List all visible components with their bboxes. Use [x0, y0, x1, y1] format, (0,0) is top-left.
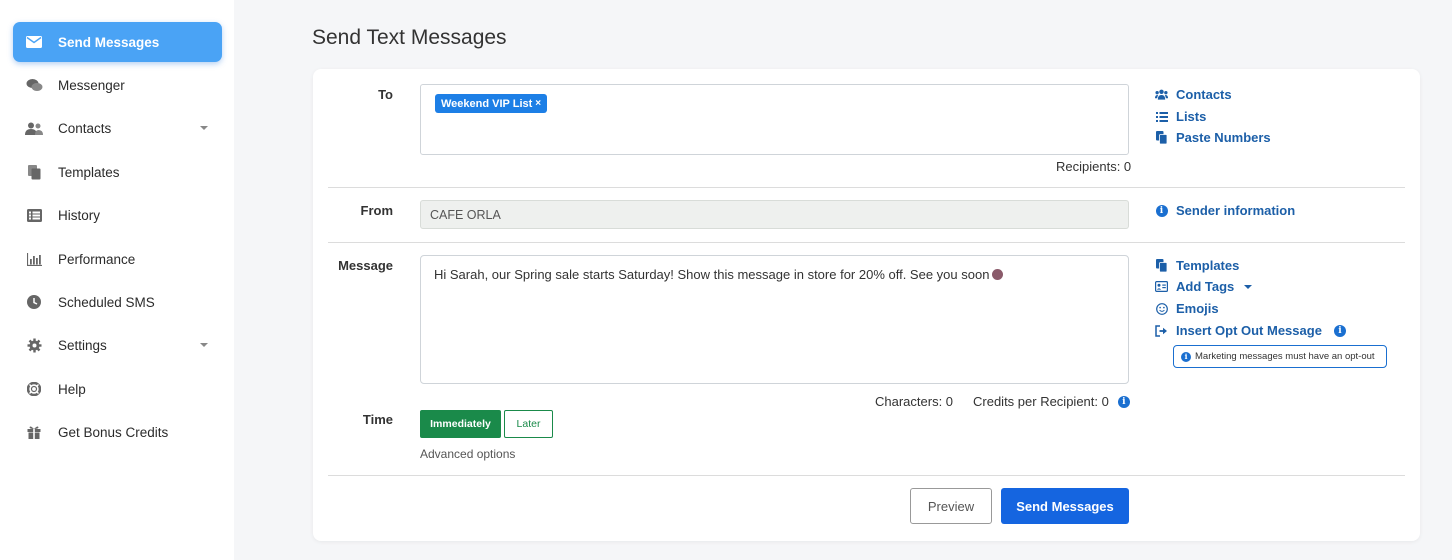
info-icon[interactable]: i — [1117, 395, 1130, 408]
divider — [328, 187, 1405, 188]
opt-out-note: i Marketing messages must have an opt-ou… — [1173, 345, 1387, 368]
advanced-options-link[interactable]: Advanced options — [420, 447, 515, 461]
sidebar: Send Messages Messenger Contacts Templat… — [0, 0, 234, 560]
chevron-down-icon — [1244, 284, 1253, 289]
smile-icon — [1155, 302, 1168, 315]
send-messages-button[interactable]: Send Messages — [1001, 488, 1129, 524]
sidebar-item-messenger[interactable]: Messenger — [13, 65, 222, 105]
sender-information-label: Sender information — [1176, 203, 1296, 218]
time-immediately-button[interactable]: Immediately — [420, 410, 501, 438]
sidebar-item-label: History — [58, 207, 101, 223]
lists-link-label: Lists — [1176, 109, 1207, 124]
remove-tag-icon[interactable]: × — [535, 98, 541, 109]
envelope-icon — [25, 34, 43, 50]
sidebar-item-get-bonus-credits[interactable]: Get Bonus Credits — [13, 412, 222, 452]
message-textarea[interactable]: Hi Sarah, our Spring sale starts Saturda… — [420, 255, 1129, 384]
emoji-icon — [992, 269, 1004, 280]
credits-per-recipient: Credits per Recipient: 0 i — [973, 394, 1130, 409]
sidebar-item-performance[interactable]: Performance — [13, 239, 222, 279]
time-label: Time — [362, 412, 393, 427]
add-tags-link-label: Add Tags — [1176, 279, 1235, 294]
sign-out-icon — [1155, 324, 1168, 337]
sidebar-item-history[interactable]: History — [13, 195, 222, 235]
insert-opt-out-link[interactable]: Insert Opt Out Message i — [1155, 323, 1346, 338]
sidebar-item-label: Send Messages — [58, 34, 160, 50]
users-icon — [25, 120, 43, 136]
opt-out-note-text: Marketing messages must have an opt-out — [1195, 351, 1375, 362]
sidebar-item-contacts[interactable]: Contacts — [13, 108, 222, 148]
sidebar-item-label: Help — [58, 381, 86, 397]
contacts-link-label: Contacts — [1176, 87, 1232, 102]
sidebar-item-help[interactable]: Help — [13, 369, 222, 409]
credits-label: Credits per Recipient: 0 — [973, 394, 1109, 409]
sidebar-item-label: Scheduled SMS — [58, 294, 155, 310]
gift-icon — [25, 424, 43, 440]
paste-numbers-link-label: Paste Numbers — [1176, 130, 1271, 145]
recipient-tag-label: Weekend VIP List — [441, 97, 533, 110]
copy-icon — [1155, 131, 1168, 144]
message-label: Message — [338, 258, 393, 273]
page-title: Send Text Messages — [312, 26, 507, 49]
from-label: From — [360, 203, 394, 218]
id-card-icon — [1155, 280, 1168, 293]
list-icon — [1155, 110, 1168, 123]
templates-link-label: Templates — [1176, 258, 1240, 273]
sidebar-item-templates[interactable]: Templates — [13, 152, 222, 192]
users-icon — [1155, 88, 1168, 101]
gear-icon — [25, 337, 43, 353]
preview-button[interactable]: Preview — [910, 488, 992, 524]
emojis-link-label: Emojis — [1176, 301, 1219, 316]
sidebar-item-label: Contacts — [58, 120, 112, 136]
sidebar-item-label: Get Bonus Credits — [58, 424, 169, 440]
time-later-button[interactable]: Later — [504, 410, 553, 438]
insert-opt-out-label: Insert Opt Out Message — [1176, 323, 1322, 338]
recipient-tag: Weekend VIP List × — [435, 94, 548, 113]
chevron-down-icon — [200, 126, 208, 130]
sidebar-item-label: Templates — [58, 164, 120, 180]
info-icon: i — [1155, 204, 1168, 217]
emojis-link[interactable]: Emojis — [1155, 301, 1219, 316]
chat-icon — [25, 77, 43, 93]
sidebar-item-scheduled-sms[interactable]: Scheduled SMS — [13, 282, 222, 322]
info-icon: i — [1181, 351, 1191, 362]
contacts-link[interactable]: Contacts — [1155, 87, 1232, 102]
to-label: To — [378, 87, 393, 102]
templates-link[interactable]: Templates — [1155, 258, 1239, 273]
divider — [328, 242, 1405, 243]
clock-icon — [25, 294, 43, 310]
sidebar-item-send-messages[interactable]: Send Messages — [13, 22, 222, 62]
lists-link[interactable]: Lists — [1155, 109, 1206, 124]
recipients-count: Recipients: 0 — [1056, 159, 1132, 174]
sidebar-item-label: Settings — [58, 337, 107, 353]
list-icon — [25, 207, 43, 223]
chevron-down-icon — [200, 343, 208, 347]
characters-count: Characters: 0 — [875, 394, 954, 409]
sidebar-item-label: Messenger — [58, 77, 125, 93]
info-icon[interactable]: i — [1333, 324, 1346, 337]
bar-chart-icon — [25, 251, 43, 267]
sidebar-item-settings[interactable]: Settings — [13, 325, 222, 365]
sidebar-item-label: Performance — [58, 251, 136, 267]
divider — [328, 475, 1405, 476]
add-tags-link[interactable]: Add Tags — [1155, 279, 1253, 294]
message-text: Hi Sarah, our Spring sale starts Saturda… — [434, 267, 990, 282]
paste-numbers-link[interactable]: Paste Numbers — [1155, 130, 1271, 145]
sender-field: CAFE ORLA — [420, 200, 1129, 229]
copy-icon — [25, 164, 43, 180]
sender-information-link[interactable]: i Sender information — [1155, 203, 1295, 218]
copy-icon — [1155, 259, 1168, 272]
send-form-card: To Weekend VIP List × Recipients: 0 Cont… — [313, 69, 1420, 541]
lifebuoy-icon — [25, 381, 43, 397]
recipients-input[interactable]: Weekend VIP List × — [420, 84, 1129, 155]
